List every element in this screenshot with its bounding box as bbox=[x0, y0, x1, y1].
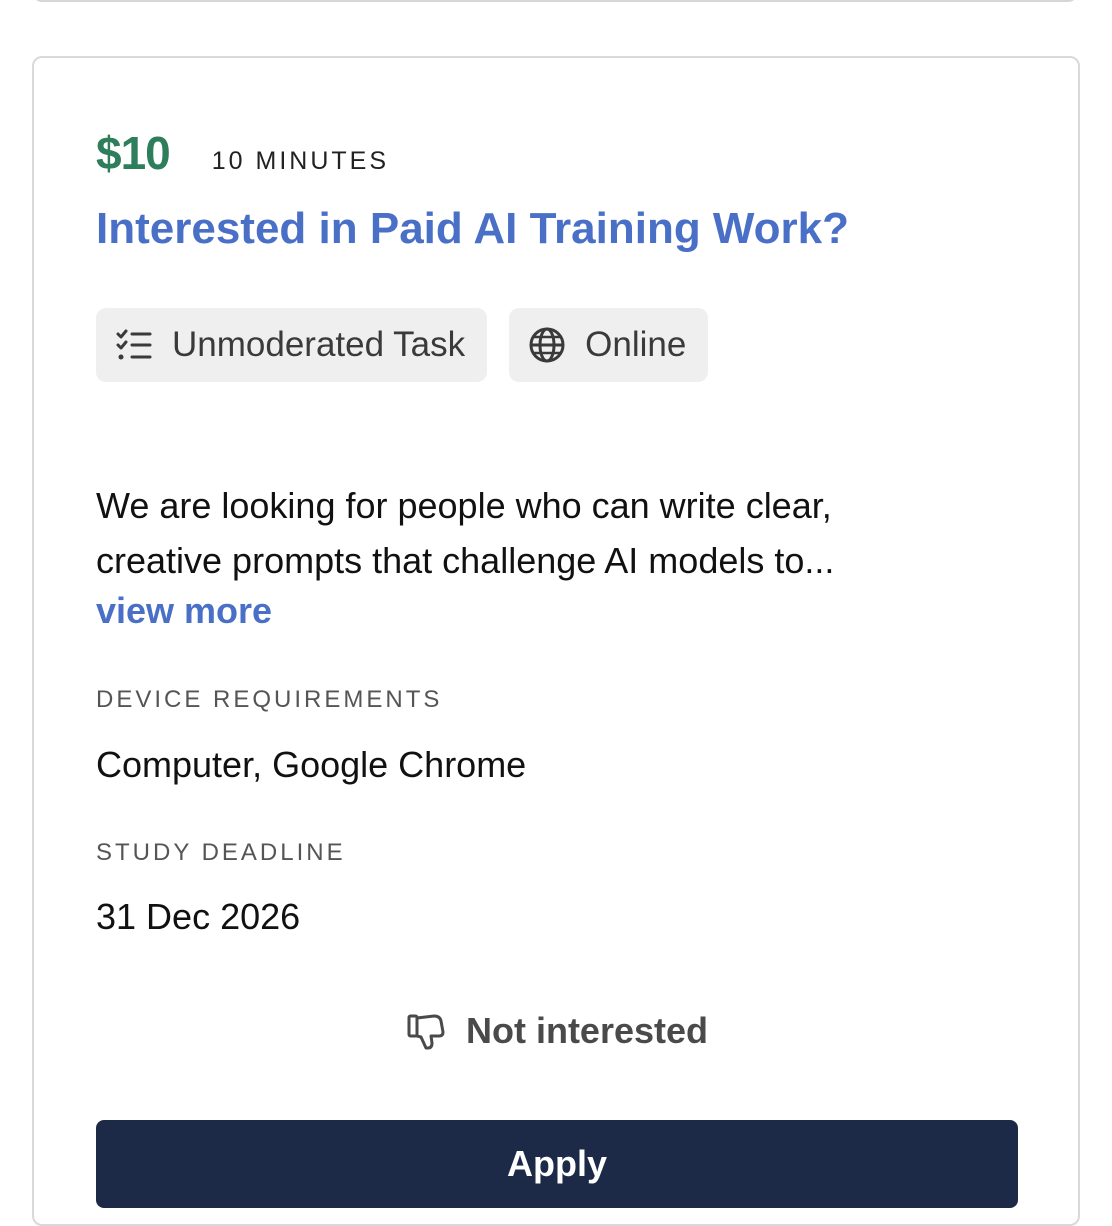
not-interested-label: Not interested bbox=[465, 1010, 709, 1051]
device-requirements-value: Computer, Google Chrome bbox=[96, 744, 527, 785]
price-duration-row: $10 10 MINUTES bbox=[96, 126, 389, 180]
study-deadline-label: STUDY DEADLINE bbox=[96, 839, 346, 866]
study-duration: 10 MINUTES bbox=[211, 147, 390, 175]
apply-button[interactable]: Apply bbox=[96, 1120, 1018, 1208]
not-interested-button[interactable]: Not interested bbox=[96, 1010, 1018, 1052]
study-title[interactable]: Interested in Paid AI Training Work? bbox=[96, 204, 849, 254]
description-line: We are looking for people who can write … bbox=[96, 485, 832, 526]
study-description: We are looking for people who can write … bbox=[96, 478, 996, 588]
tag-label: Online bbox=[585, 325, 687, 364]
previous-study-card bbox=[32, 0, 1078, 2]
description-line: creative prompts that challenge AI model… bbox=[96, 540, 835, 581]
study-price: $10 bbox=[96, 127, 171, 179]
globe-icon bbox=[527, 325, 567, 365]
study-card: $10 10 MINUTES Interested in Paid AI Tra… bbox=[32, 56, 1080, 1226]
tag-label: Unmoderated Task bbox=[172, 325, 466, 364]
device-requirements-label: DEVICE REQUIREMENTS bbox=[96, 686, 443, 713]
tag-online: Online bbox=[509, 308, 709, 382]
tag-unmoderated-task: Unmoderated Task bbox=[96, 308, 488, 382]
study-tags: Unmoderated Task Online bbox=[96, 308, 709, 382]
study-deadline-value: 31 Dec 2026 bbox=[96, 896, 301, 937]
view-more-link[interactable]: view more bbox=[96, 590, 272, 632]
checklist-icon bbox=[114, 325, 154, 365]
thumbs-down-icon bbox=[406, 1010, 448, 1052]
